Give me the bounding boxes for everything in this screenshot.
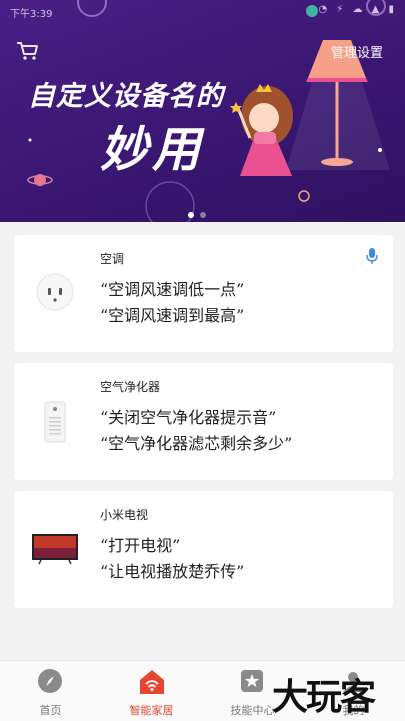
air-conditioner-socket-icon — [36, 273, 74, 311]
air-purifier-icon — [44, 401, 66, 443]
watermark-text: 大玩客 — [272, 677, 376, 718]
carousel-dot[interactable] — [200, 212, 206, 218]
device-card-air-conditioner[interactable]: 空调 “空调风速调低一点” “空调风速调到最高” — [14, 235, 393, 352]
device-name: 空调 — [100, 252, 125, 266]
tab-smart-home[interactable]: 智能家居 — [101, 661, 202, 721]
status-icons: ◔ ⚡ ☁ ▲ ▮ — [318, 4, 397, 15]
voice-command[interactable]: “打开电视” — [100, 532, 180, 556]
tab-label: 智能家居 — [129, 704, 174, 717]
status-time: 下午3:39 — [10, 9, 53, 20]
voice-command[interactable]: “空调风速调到最高” — [100, 302, 244, 326]
star-badge-icon — [241, 670, 263, 692]
device-card-tv[interactable]: 小米电视 “打开电视” “让电视播放楚乔传” — [14, 491, 393, 608]
voice-command[interactable]: “关闭空气净化器提示音” — [100, 404, 276, 428]
voice-command[interactable]: “让电视播放楚乔传” — [100, 558, 244, 582]
banner-headline: 自定义设备名的 — [28, 81, 224, 112]
voice-command[interactable]: “空调风速调低一点” — [100, 276, 244, 300]
cart-icon[interactable] — [16, 40, 40, 62]
device-name: 小米电视 — [100, 508, 149, 522]
tv-icon — [32, 534, 78, 565]
status-bar: 下午3:39 ◔ ⚡ ☁ ▲ ▮ — [0, 0, 405, 24]
smart-home-icon — [140, 670, 164, 694]
carousel-indicator — [188, 203, 212, 222]
tab-label: 首页 — [39, 704, 62, 717]
banner-headline-large: 妙用 — [100, 122, 205, 178]
carousel-dot-active[interactable] — [188, 212, 194, 218]
device-card-air-purifier[interactable]: 空气净化器 “关闭空气净化器提示音” “空气净化器滤芯剩余多少” — [14, 363, 393, 480]
compass-icon — [38, 669, 62, 693]
tab-home[interactable]: 首页 — [0, 661, 101, 721]
microphone-icon[interactable] — [365, 247, 379, 265]
device-name: 空气净化器 — [100, 380, 161, 394]
promo-banner[interactable]: 下午3:39 ◔ ⚡ ☁ ▲ ▮ 管理设置 自定义设备名的 妙用 — [0, 0, 405, 222]
voice-command[interactable]: “空气净化器滤芯剩余多少” — [100, 430, 292, 454]
manage-settings-link[interactable]: 管理设置 — [331, 42, 383, 61]
princess-illustration — [230, 84, 293, 176]
